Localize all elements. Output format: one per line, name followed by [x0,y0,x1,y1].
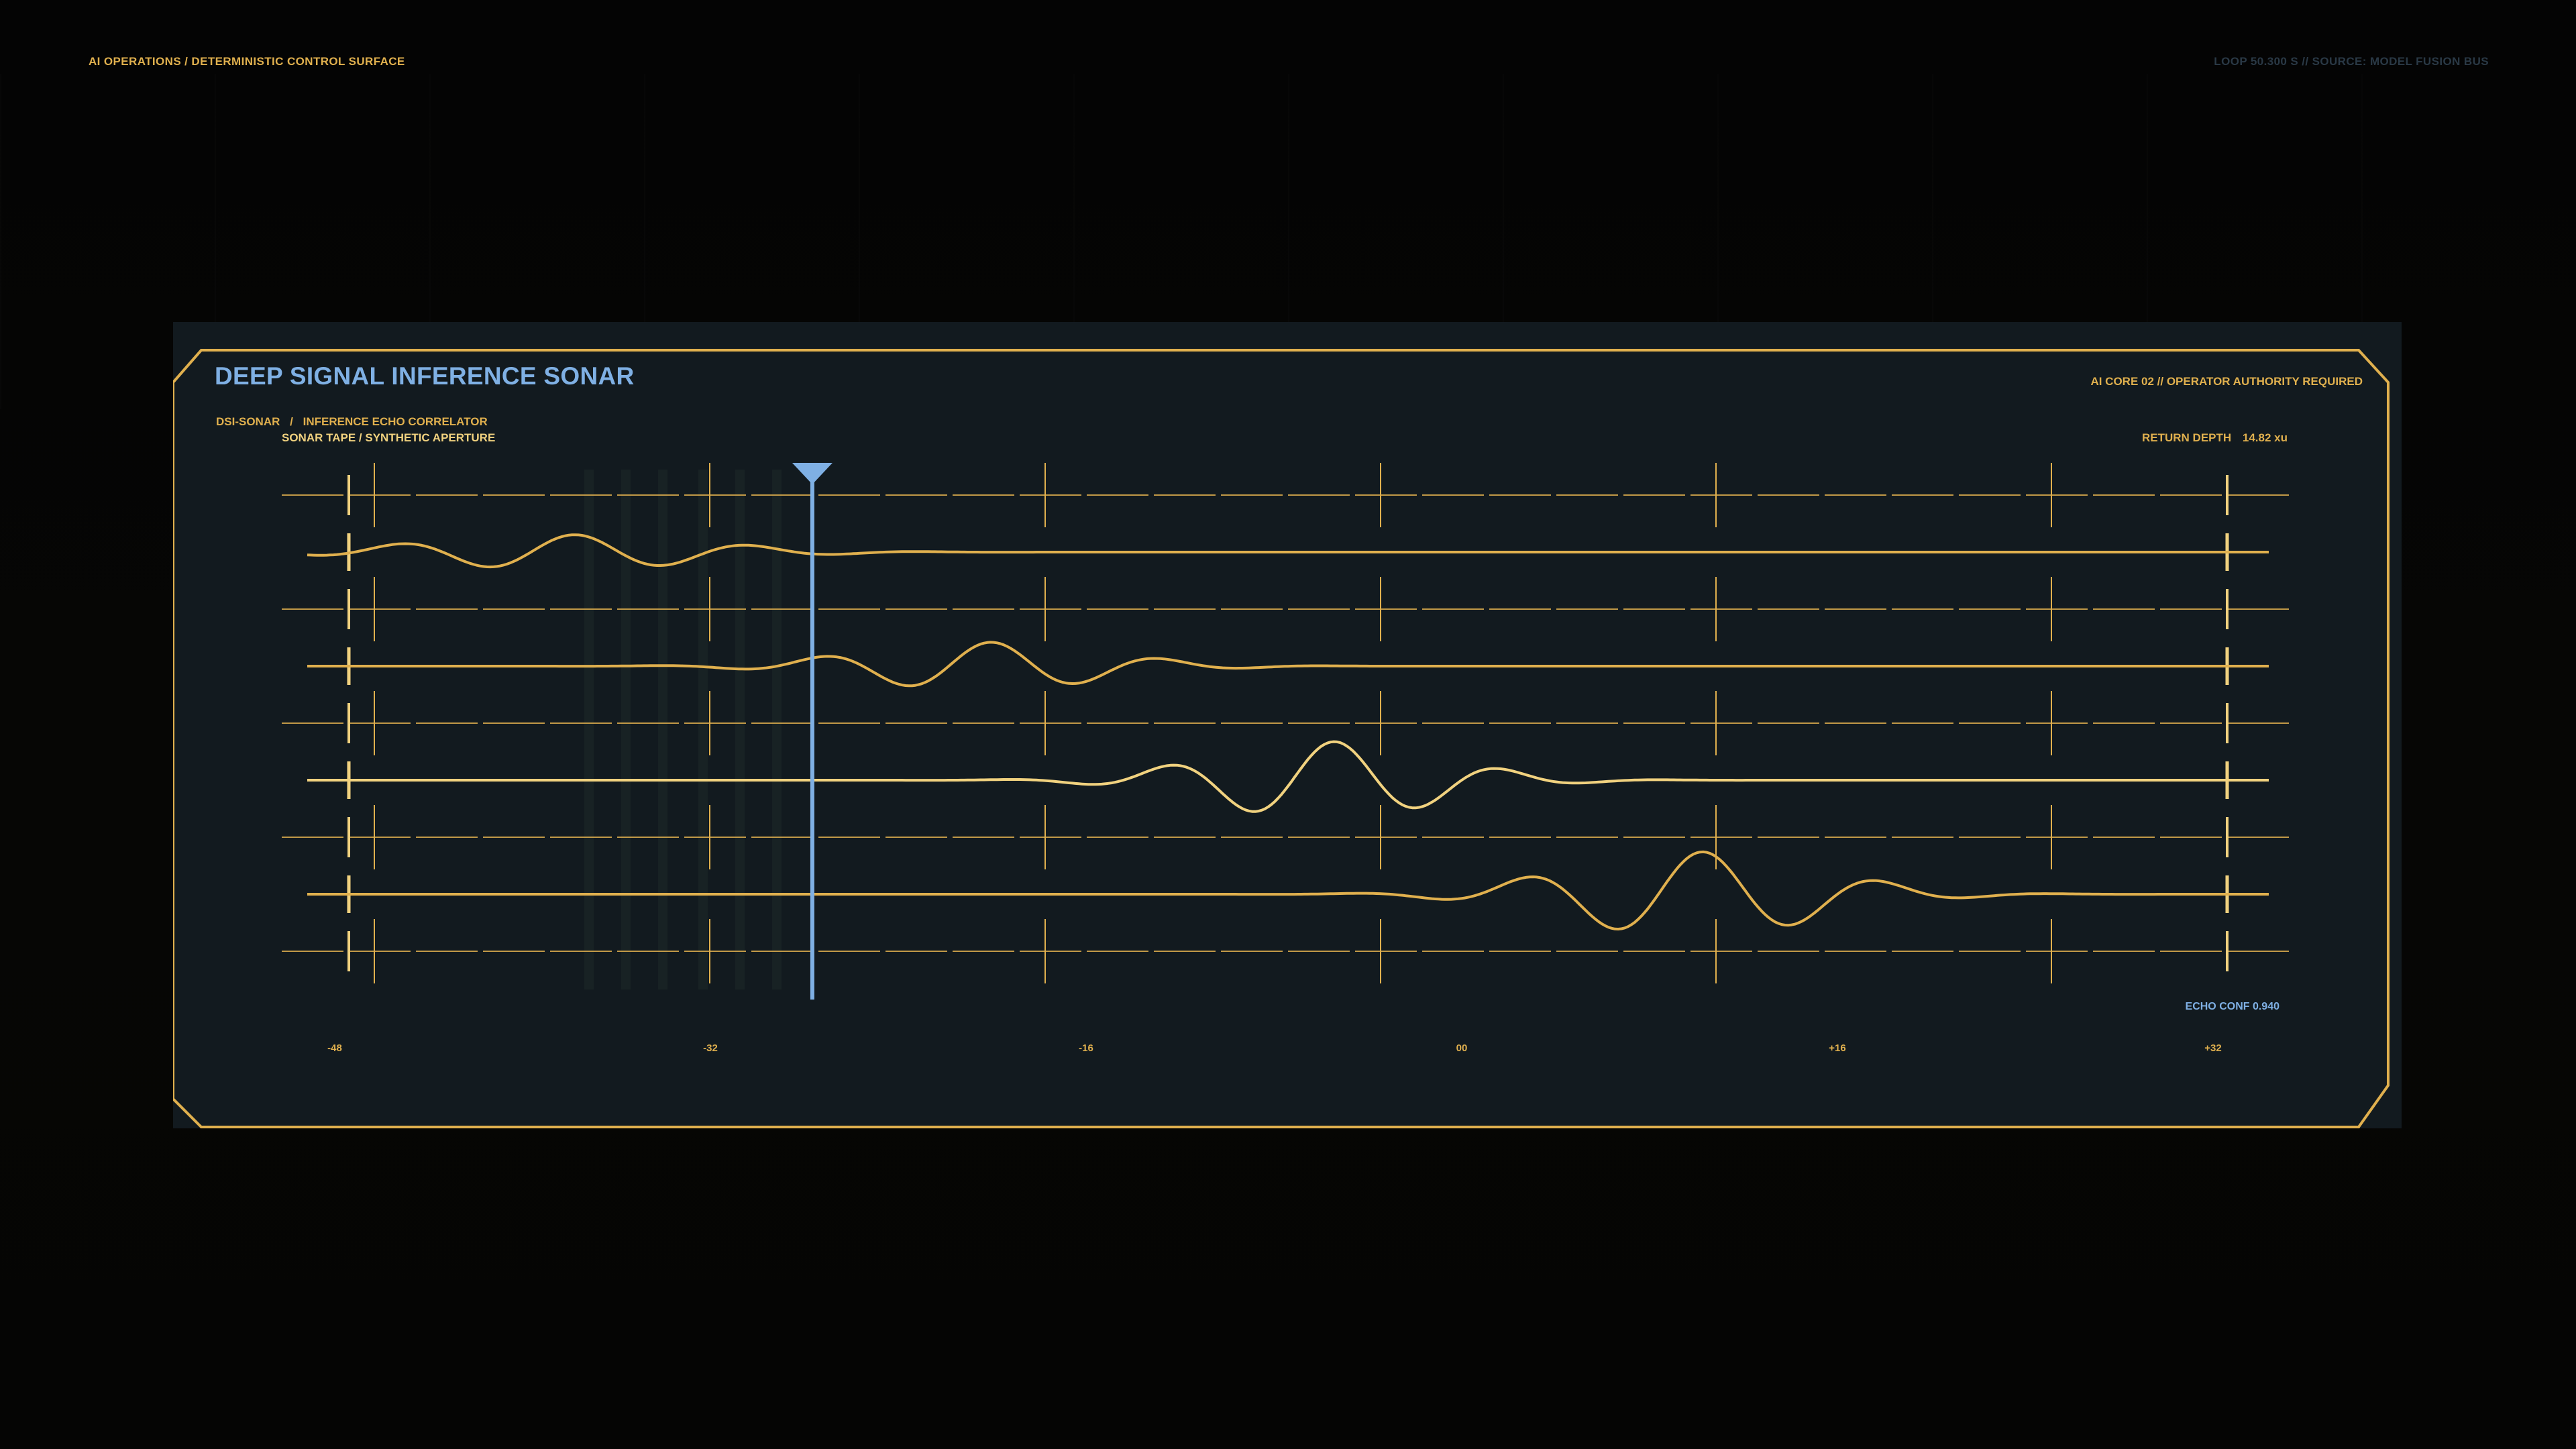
column-highlight [735,470,745,989]
echo-trace [307,850,2269,930]
echo-confidence: ECHO CONF 0.940 [2185,1001,2279,1012]
x-tick-label: 00 [1456,1042,1468,1054]
x-tick-label: -16 [1079,1042,1093,1054]
sonar-tape-plot [282,463,2294,1000]
echo-trace [307,533,2269,569]
column-highlight [621,470,631,989]
x-tick-label: +32 [2204,1042,2222,1054]
header-status: LOOP 50.300 S // SOURCE: MODEL FUSION BU… [2214,55,2489,68]
x-tick-label: +16 [1829,1042,1846,1054]
header-breadcrumb: AI OPERATIONS / DETERMINISTIC CONTROL SU… [89,55,405,68]
x-tick-label: -32 [703,1042,718,1054]
sonar-panel: DEEP SIGNAL INFERENCE SONAR AI CORE 02 /… [173,322,2402,1128]
x-tick-label: -48 [327,1042,342,1054]
cursor-head-icon [792,463,833,484]
echo-trace [307,641,2269,688]
echo-trace [307,740,2269,813]
column-highlight [658,470,667,989]
screen: AI OPERATIONS / DETERMINISTIC CONTROL SU… [0,0,2576,1449]
column-highlight [698,470,708,989]
column-highlight [584,470,594,989]
